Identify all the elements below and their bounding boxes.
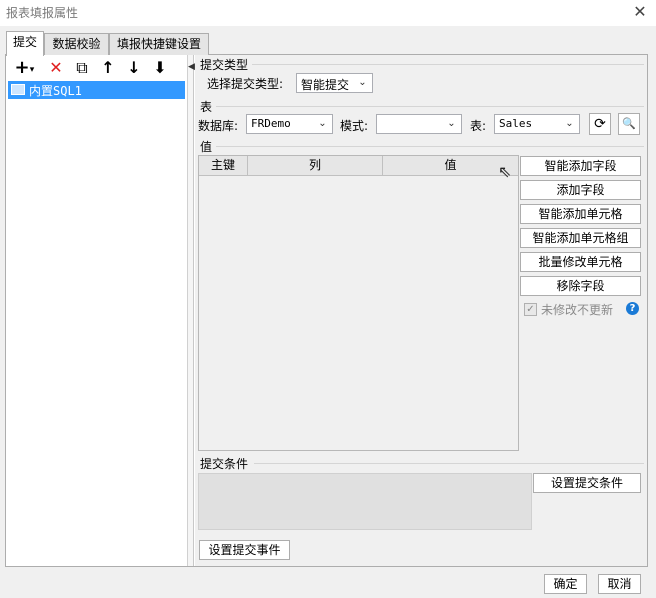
divider (216, 146, 644, 147)
move-down-icon[interactable]: ↓ (124, 58, 144, 78)
column-header-column[interactable]: 列 (248, 156, 383, 176)
tab-shortcut-settings[interactable]: 填报快捷键设置 (109, 33, 209, 55)
unmodified-no-update-label: 未修改不更新 (541, 303, 614, 317)
refresh-icon[interactable]: ⟳ (589, 113, 611, 135)
move-up-icon[interactable]: ↑ (98, 58, 118, 78)
collapse-arrow-icon[interactable]: ◀ (188, 62, 195, 72)
column-header-key[interactable]: 主键 (199, 156, 248, 176)
unmodified-no-update-checkbox[interactable]: ✓ (524, 303, 537, 316)
mouse-cursor-icon: ⇖ (498, 162, 512, 181)
batch-edit-cells-button[interactable]: 批量修改单元格 (520, 252, 641, 272)
field-table[interactable]: 主键 列 值 (198, 155, 519, 451)
submit-type-heading: 提交类型 (200, 58, 249, 72)
smart-add-cell-group-button[interactable]: 智能添加单元格组 (520, 228, 641, 248)
database-label: 数据库: (198, 119, 239, 133)
smart-add-field-button[interactable]: 智能添加字段 (520, 156, 641, 176)
table-heading: 表 (200, 100, 213, 114)
delete-icon[interactable]: ✕ (46, 58, 66, 78)
preview-icon[interactable]: 🔍 (618, 113, 640, 135)
chevron-down-icon[interactable]: ⌄ (355, 75, 370, 91)
divider (216, 106, 644, 107)
database-value: FRDemo (251, 117, 291, 130)
title-bar (0, 0, 656, 26)
table-value: Sales (499, 117, 533, 130)
submit-list-pane (6, 55, 188, 566)
copy-icon[interactable]: ⧉ (72, 58, 92, 78)
set-submit-condition-button[interactable]: 设置提交条件 (533, 473, 641, 493)
chevron-down-icon[interactable]: ⌄ (444, 116, 459, 132)
add-field-button[interactable]: 添加字段 (520, 180, 641, 200)
set-submit-event-button[interactable]: 设置提交事件 (199, 540, 290, 560)
tab-submit[interactable]: 提交 (6, 31, 44, 56)
mode-select[interactable]: ⌄ (376, 114, 462, 134)
chevron-down-icon[interactable]: ⌄ (315, 116, 330, 132)
help-icon[interactable]: ? (626, 302, 639, 315)
submit-type-value: 智能提交 (301, 78, 350, 92)
ok-button[interactable]: 确定 (544, 574, 587, 594)
divider (252, 64, 644, 65)
divider (254, 463, 644, 464)
submit-condition-heading: 提交条件 (200, 457, 249, 471)
pane-splitter[interactable] (188, 55, 194, 566)
add-dropdown-icon[interactable]: ▾ (26, 60, 38, 80)
smart-add-cell-button[interactable]: 智能添加单元格 (520, 204, 641, 224)
table-label: 表: (470, 119, 487, 133)
submit-type-label: 选择提交类型: (207, 77, 284, 91)
window-title: 报表填报属性 (6, 6, 79, 20)
remove-field-button[interactable]: 移除字段 (520, 276, 641, 296)
tab-data-validation[interactable]: 数据校验 (44, 33, 109, 55)
submit-type-select[interactable]: 智能提交 ⌄ (296, 73, 373, 93)
value-heading: 值 (200, 140, 213, 154)
close-icon[interactable]: ✕ (630, 2, 650, 22)
mode-label: 模式: (340, 119, 369, 133)
table-select[interactable]: Sales ⌄ (494, 114, 580, 134)
table-icon (11, 84, 25, 95)
chevron-down-icon[interactable]: ⌄ (562, 116, 577, 132)
submit-condition-display (198, 473, 532, 530)
cancel-button[interactable]: 取消 (598, 574, 641, 594)
database-select[interactable]: FRDemo ⌄ (246, 114, 333, 134)
sort-icon[interactable]: ⬇ (150, 58, 170, 78)
list-item-label: 内置SQL1 (29, 84, 82, 98)
